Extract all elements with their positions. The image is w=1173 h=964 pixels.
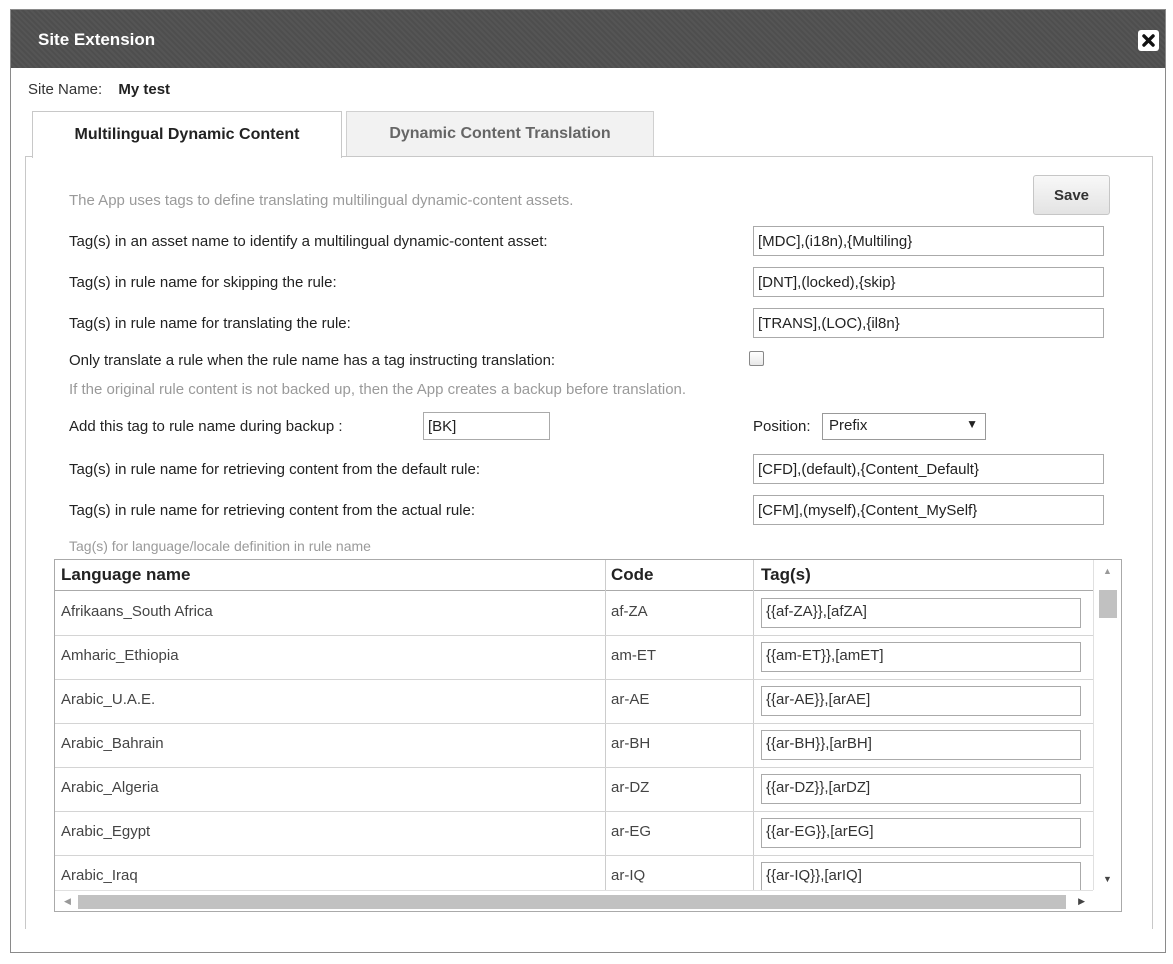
dialog-title: Site Extension [38, 30, 156, 49]
tags-input[interactable]: {{ar-AE}},[arAE] [761, 686, 1081, 716]
tags-input[interactable]: {{ar-DZ}},[arDZ] [761, 774, 1081, 804]
language-name-cell: Arabic_U.A.E. [61, 691, 156, 708]
table-row: Afrikaans_South Africa af-ZA {{af-ZA}},[… [55, 591, 1093, 636]
language-grid: Language name Code Tag(s) Afrikaans_Sout… [54, 559, 1122, 912]
actual-tag-input[interactable] [753, 495, 1104, 525]
table-row: Amharic_Ethiopia am-ET {{am-ET}},[amET] [55, 635, 1093, 680]
code-cell: ar-EG [611, 823, 652, 840]
vertical-scroll-thumb[interactable] [1099, 590, 1117, 618]
backup-hint: If the original rule content is not back… [69, 381, 687, 398]
dropdown-arrow-icon: ▼ [966, 417, 978, 431]
translate-tag-input[interactable] [753, 308, 1104, 338]
save-button[interactable]: Save [1033, 175, 1110, 215]
vertical-scrollbar[interactable]: ▲ ▼ [1093, 560, 1121, 890]
scroll-up-icon[interactable]: ▲ [1103, 566, 1112, 576]
position-label: Position: [753, 418, 811, 435]
language-name-cell: Amharic_Ethiopia [61, 647, 179, 664]
intro-hint: The App uses tags to define translating … [69, 192, 574, 209]
asset-tag-input[interactable] [753, 226, 1104, 256]
skip-tag-label: Tag(s) in rule name for skipping the rul… [69, 274, 337, 291]
language-name-cell: Arabic_Bahrain [61, 735, 164, 752]
code-cell: af-ZA [611, 603, 648, 620]
table-row: Arabic_U.A.E. ar-AE {{ar-AE}},[arAE] [55, 679, 1093, 724]
backup-tag-label: Add this tag to rule name during backup … [69, 418, 343, 435]
code-cell: am-ET [611, 647, 656, 664]
translate-tag-label: Tag(s) in rule name for translating the … [69, 315, 351, 332]
only-translate-label: Only translate a rule when the rule name… [69, 352, 556, 369]
horizontal-scrollbar[interactable]: ◀ ▶ [55, 890, 1093, 911]
tags-input[interactable]: {{ar-BH}},[arBH] [761, 730, 1081, 760]
site-name-row: Site Name: My test [28, 81, 170, 98]
scroll-down-icon[interactable]: ▼ [1103, 874, 1112, 884]
grid-header: Language name Code Tag(s) [55, 560, 1093, 591]
close-button[interactable] [1138, 30, 1159, 51]
tags-input[interactable]: {{am-ET}},[amET] [761, 642, 1081, 672]
skip-tag-input[interactable] [753, 267, 1104, 297]
code-cell: ar-BH [611, 735, 651, 752]
code-cell: ar-AE [611, 691, 650, 708]
language-name-cell: Afrikaans_South Africa [61, 603, 213, 620]
column-header-language-name[interactable]: Language name [61, 565, 190, 585]
language-name-cell: Arabic_Egypt [61, 823, 151, 840]
table-row: Arabic_Egypt ar-EG {{ar-EG}},[arEG] [55, 811, 1093, 856]
site-name-value: My test [118, 81, 171, 98]
dialog-titlebar[interactable]: Site Extension [11, 10, 1165, 68]
tags-input[interactable]: {{af-ZA}},[afZA] [761, 598, 1081, 628]
only-translate-checkbox[interactable] [749, 351, 764, 366]
scroll-right-icon[interactable]: ▶ [1078, 896, 1085, 907]
asset-tag-label: Tag(s) in an asset name to identify a mu… [69, 233, 548, 250]
tags-input[interactable]: {{ar-IQ}},[arIQ] [761, 862, 1081, 892]
horizontal-scroll-thumb[interactable] [78, 895, 1066, 909]
position-select[interactable]: Prefix ▼ [822, 413, 986, 440]
column-header-code[interactable]: Code [611, 565, 654, 585]
tab-dynamic-content-translation[interactable]: Dynamic Content Translation [346, 111, 654, 157]
backup-tag-input[interactable] [423, 412, 550, 440]
position-selected-value: Prefix [829, 417, 868, 434]
tab-multilingual-dynamic-content[interactable]: Multilingual Dynamic Content [32, 111, 342, 158]
close-icon [1142, 34, 1155, 47]
locale-hint: Tag(s) for language/locale definition in… [69, 538, 371, 554]
language-name-cell: Arabic_Iraq [61, 867, 138, 884]
table-row: Arabic_Bahrain ar-BH {{ar-BH}},[arBH] [55, 723, 1093, 768]
scroll-left-icon[interactable]: ◀ [64, 896, 71, 907]
column-header-tags[interactable]: Tag(s) [761, 565, 811, 585]
actual-tag-label: Tag(s) in rule name for retrieving conte… [69, 502, 476, 519]
code-cell: ar-DZ [611, 779, 650, 796]
code-cell: ar-IQ [611, 867, 646, 884]
tags-input[interactable]: {{ar-EG}},[arEG] [761, 818, 1081, 848]
default-tag-input[interactable] [753, 454, 1104, 484]
table-row: Arabic_Algeria ar-DZ {{ar-DZ}},[arDZ] [55, 767, 1093, 812]
default-tag-label: Tag(s) in rule name for retrieving conte… [69, 461, 481, 478]
site-name-label: Site Name: [28, 81, 103, 98]
language-name-cell: Arabic_Algeria [61, 779, 159, 796]
